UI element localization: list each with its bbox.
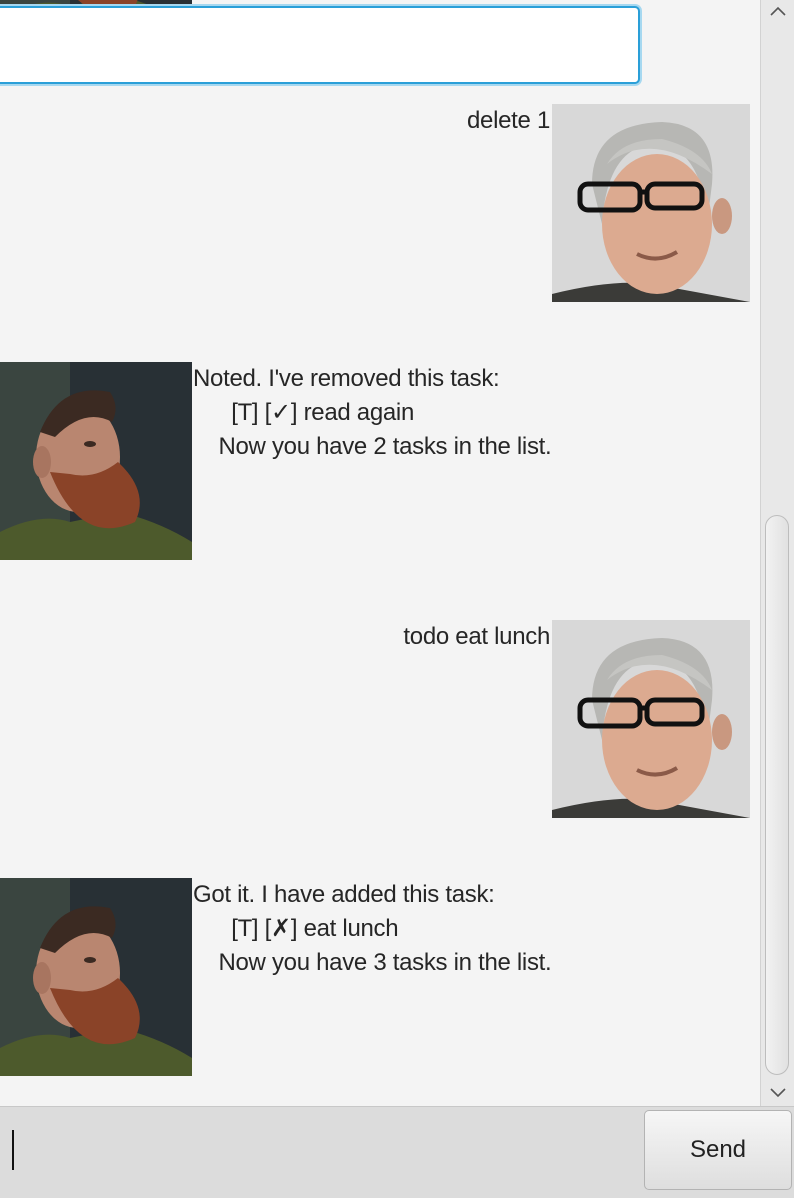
user-message: delete 1: [0, 104, 760, 302]
user-message-text: todo eat lunch: [403, 623, 550, 650]
user-message: todo eat lunch: [0, 620, 760, 818]
chevron-up-icon[interactable]: [761, 0, 794, 22]
bearded-man-avatar-icon: [0, 362, 192, 560]
send-button[interactable]: Send: [644, 1110, 792, 1190]
scrollbar-thumb[interactable]: [765, 515, 789, 1075]
grey-haired-man-with-glasses-avatar-icon: [552, 104, 750, 302]
bot-message: Got it. I have added this task: [T] [✗] …: [0, 878, 760, 1076]
vertical-scrollbar[interactable]: [760, 0, 794, 1106]
chevron-down-icon[interactable]: [761, 1082, 794, 1104]
bot-message-line: [T] [✗] eat lunch: [193, 915, 399, 942]
bearded-man-avatar-icon: [0, 878, 192, 1076]
bot-message-line: Now you have 2 tasks in the list.: [193, 433, 552, 460]
bot-message-line: Noted. I've removed this task:: [193, 365, 500, 392]
grey-haired-man-with-glasses-avatar-icon: [552, 620, 750, 818]
bot-message-line: Now you have 3 tasks in the list.: [193, 949, 552, 976]
dialog-container[interactable]: delete 1 Noted. I've removed this task: …: [0, 0, 760, 1106]
bot-message-line: [T] [✓] read again: [193, 399, 415, 426]
text-caret: [12, 1130, 14, 1170]
message-input[interactable]: [0, 6, 640, 84]
bot-message-line: Got it. I have added this task:: [193, 881, 495, 908]
bot-message: Noted. I've removed this task: [T] [✓] r…: [0, 362, 760, 560]
user-message-text: delete 1: [466, 107, 550, 134]
